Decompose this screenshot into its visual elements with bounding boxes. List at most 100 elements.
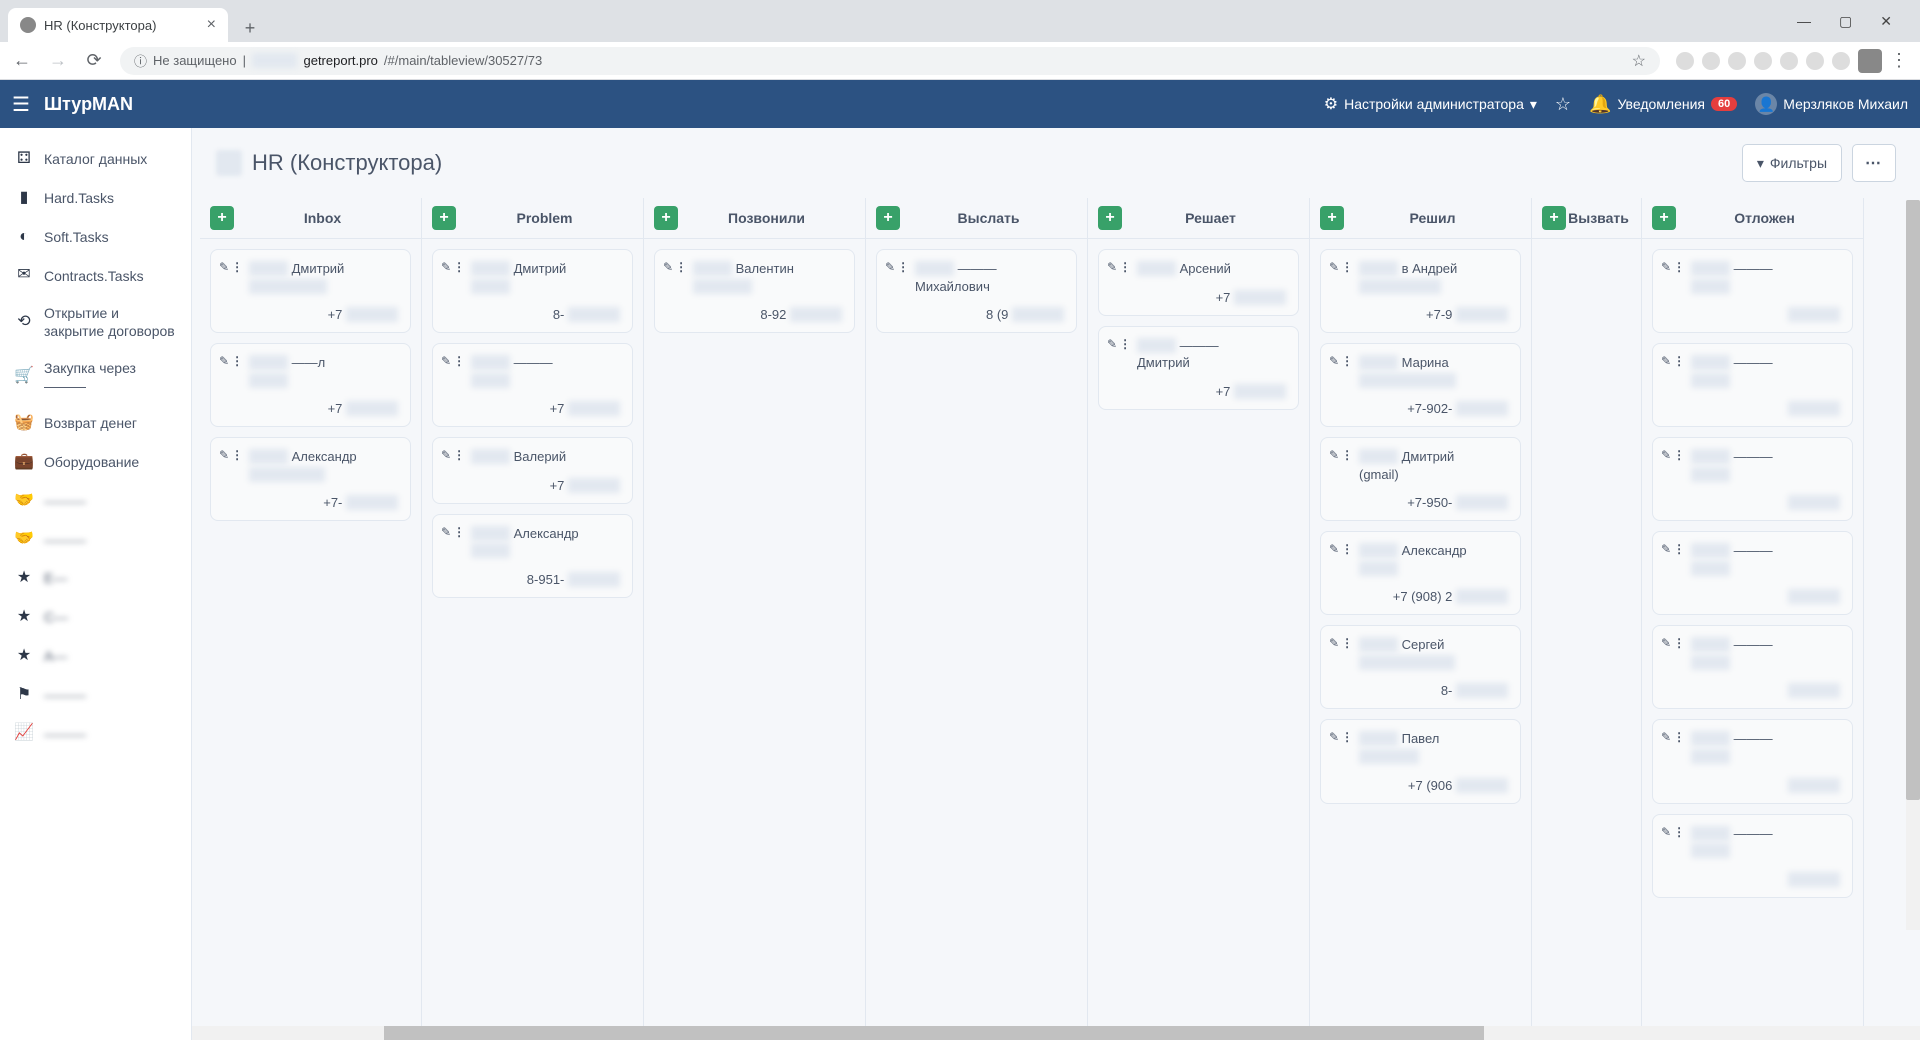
hamburger-menu-icon[interactable]: ☰ (12, 92, 30, 117)
extension-icon[interactable] (1832, 52, 1850, 70)
sidebar-item-7[interactable]: 💼Оборудование (0, 443, 191, 482)
edit-icon[interactable]: ✎ (1661, 636, 1671, 650)
card-more-icon[interactable]: ⋮ (1673, 825, 1685, 839)
card-more-icon[interactable]: ⋮ (1673, 354, 1685, 368)
back-button[interactable]: ← (12, 50, 32, 71)
card-more-icon[interactable]: ⋮ (453, 354, 465, 368)
card-more-icon[interactable]: ⋮ (453, 448, 465, 462)
edit-icon[interactable]: ✎ (441, 354, 451, 368)
kanban-card[interactable]: ✎⋮xxxxxx Сергей ———ич (gmail)8- xxxxxxxx (1320, 625, 1521, 709)
edit-icon[interactable]: ✎ (1661, 448, 1671, 462)
hscroll-thumb[interactable] (384, 1026, 1484, 1040)
chrome-menu-icon[interactable]: ⋮ (1890, 50, 1908, 71)
edit-icon[interactable]: ✎ (1661, 542, 1671, 556)
sidebar-item-9[interactable]: 🤝——— (0, 520, 191, 559)
kanban-card[interactable]: ✎⋮xxxxxx Марина ———на (gmail)+7-902- xxx… (1320, 343, 1521, 427)
add-card-button[interactable]: + (654, 206, 678, 230)
card-more-icon[interactable]: ⋮ (1341, 260, 1353, 274)
card-more-icon[interactable]: ⋮ (231, 260, 243, 274)
extension-icon[interactable] (1806, 52, 1824, 70)
kanban-card[interactable]: ✎⋮xxxxxx ——— ——— xxxxxxxx (1652, 814, 1853, 898)
sidebar-item-6[interactable]: 🧺Возврат денег (0, 404, 191, 443)
edit-icon[interactable]: ✎ (1329, 448, 1339, 462)
browser-tab[interactable]: HR (Конструктора) × (8, 8, 228, 42)
card-more-icon[interactable]: ⋮ (1673, 542, 1685, 556)
sidebar-item-3[interactable]: ✉Contracts.Tasks (0, 256, 191, 295)
sidebar-item-1[interactable]: ▮Hard.Tasks (0, 179, 191, 218)
edit-icon[interactable]: ✎ (1107, 337, 1117, 351)
sidebar-item-8[interactable]: 🤝——— (0, 482, 191, 521)
window-maximize-icon[interactable]: ▢ (1839, 13, 1852, 30)
card-more-icon[interactable]: ⋮ (453, 260, 465, 274)
sidebar-item-10[interactable]: ★E— (0, 559, 191, 598)
card-more-icon[interactable]: ⋮ (897, 260, 909, 274)
kanban-card[interactable]: ✎⋮xxxxxx Александр ———8-951- xxxxxxxx (432, 514, 633, 598)
edit-icon[interactable]: ✎ (1661, 354, 1671, 368)
kanban-card[interactable]: ✎⋮xxxxxx Валентин ————ч8-92 xxxxxxxx (654, 249, 855, 333)
card-more-icon[interactable]: ⋮ (1341, 354, 1353, 368)
card-more-icon[interactable]: ⋮ (675, 260, 687, 274)
card-more-icon[interactable]: ⋮ (453, 525, 465, 539)
chrome-profile-avatar[interactable] (1858, 49, 1882, 73)
edit-icon[interactable]: ✎ (1107, 260, 1117, 274)
card-more-icon[interactable]: ⋮ (1341, 542, 1353, 556)
edit-icon[interactable]: ✎ (441, 525, 451, 539)
kanban-card[interactable]: ✎⋮xxxxxx ——л ———+7 xxxxxxxx (210, 343, 411, 427)
kanban-card[interactable]: ✎⋮xxxxxx ——— ——— xxxxxxxx (1652, 343, 1853, 427)
filters-button[interactable]: ▾ Фильтры (1742, 144, 1842, 182)
address-bar[interactable]: ⓘ Не защищено | xxxxxxx getreport.pro /#… (120, 47, 1660, 75)
kanban-card[interactable]: ✎⋮xxxxxx Павел ———вич+7 (906 xxxxxxxx (1320, 719, 1521, 803)
new-tab-button[interactable]: + (236, 14, 264, 42)
card-more-icon[interactable]: ⋮ (1341, 730, 1353, 744)
edit-icon[interactable]: ✎ (1329, 542, 1339, 556)
edit-icon[interactable]: ✎ (219, 260, 229, 274)
kanban-card[interactable]: ✎⋮xxxxxx Александр ———+7 (908) 2 xxxxxxx… (1320, 531, 1521, 615)
sidebar-item-0[interactable]: ⚃Каталог данных (0, 140, 191, 179)
kanban-card[interactable]: ✎⋮xxxxxx ——— ——— xxxxxxxx (1652, 719, 1853, 803)
extension-icon[interactable] (1754, 52, 1772, 70)
vertical-scrollbar[interactable] (1906, 200, 1920, 930)
edit-icon[interactable]: ✎ (1329, 636, 1339, 650)
kanban-card[interactable]: ✎⋮xxxxxx Дмитрий ———8- xxxxxxxx (432, 249, 633, 333)
admin-settings-button[interactable]: ⚙ Настройки администратора ▾ (1324, 94, 1537, 114)
edit-icon[interactable]: ✎ (663, 260, 673, 274)
kanban-card[interactable]: ✎⋮xxxxxx ——— ——— xxxxxxxx (1652, 249, 1853, 333)
edit-icon[interactable]: ✎ (441, 260, 451, 274)
sidebar-item-14[interactable]: 📈——— (0, 714, 191, 753)
card-more-icon[interactable]: ⋮ (231, 448, 243, 462)
edit-icon[interactable]: ✎ (1329, 354, 1339, 368)
sidebar-item-4[interactable]: ⟲Открытие и закрытие договоров (0, 295, 191, 349)
kanban-card[interactable]: ✎⋮xxxxxx ——— ———+7 xxxxxxxx (432, 343, 633, 427)
card-more-icon[interactable]: ⋮ (1341, 636, 1353, 650)
kanban-card[interactable]: ✎⋮xxxxxx ——— Дмитрий+7 xxxxxxxx (1098, 326, 1299, 410)
extension-icon[interactable] (1676, 52, 1694, 70)
extension-icon[interactable] (1702, 52, 1720, 70)
edit-icon[interactable]: ✎ (441, 448, 451, 462)
card-more-icon[interactable]: ⋮ (1119, 337, 1131, 351)
sidebar-item-11[interactable]: ★C— (0, 598, 191, 637)
add-card-button[interactable]: + (876, 206, 900, 230)
page-more-button[interactable]: ⋯ (1852, 144, 1896, 182)
card-more-icon[interactable]: ⋮ (1119, 260, 1131, 274)
edit-icon[interactable]: ✎ (1661, 825, 1671, 839)
add-card-button[interactable]: + (432, 206, 456, 230)
add-card-button[interactable]: + (1652, 206, 1676, 230)
card-more-icon[interactable]: ⋮ (1673, 448, 1685, 462)
kanban-board[interactable]: +Inbox✎⋮xxxxxx Дмитрий ——————+7 xxxxxxxx… (192, 198, 1920, 1026)
kanban-card[interactable]: ✎⋮xxxxxx Александр ——ч (gmail)+7- xxxxxx… (210, 437, 411, 521)
kanban-card[interactable]: ✎⋮xxxxxx ——— ——— xxxxxxxx (1652, 531, 1853, 615)
bookmark-star-icon[interactable]: ☆ (1632, 51, 1646, 71)
edit-icon[interactable]: ✎ (219, 448, 229, 462)
sidebar-item-13[interactable]: ⚑——— (0, 676, 191, 715)
user-menu[interactable]: 👤 Мерзляков Михаил (1755, 93, 1908, 115)
sidebar-item-5[interactable]: 🛒Закупка через ——— (0, 350, 191, 404)
tab-close-icon[interactable]: × (207, 16, 216, 34)
extension-icon[interactable] (1780, 52, 1798, 70)
card-more-icon[interactable]: ⋮ (1673, 636, 1685, 650)
card-more-icon[interactable]: ⋮ (1673, 260, 1685, 274)
kanban-card[interactable]: ✎⋮xxxxxx ——— ——— xxxxxxxx (1652, 437, 1853, 521)
vscroll-thumb[interactable] (1906, 200, 1920, 800)
add-card-button[interactable]: + (1542, 206, 1566, 230)
horizontal-scrollbar[interactable] (192, 1026, 1920, 1040)
kanban-card[interactable]: ✎⋮xxxxxx ——— ——— xxxxxxxx (1652, 625, 1853, 709)
